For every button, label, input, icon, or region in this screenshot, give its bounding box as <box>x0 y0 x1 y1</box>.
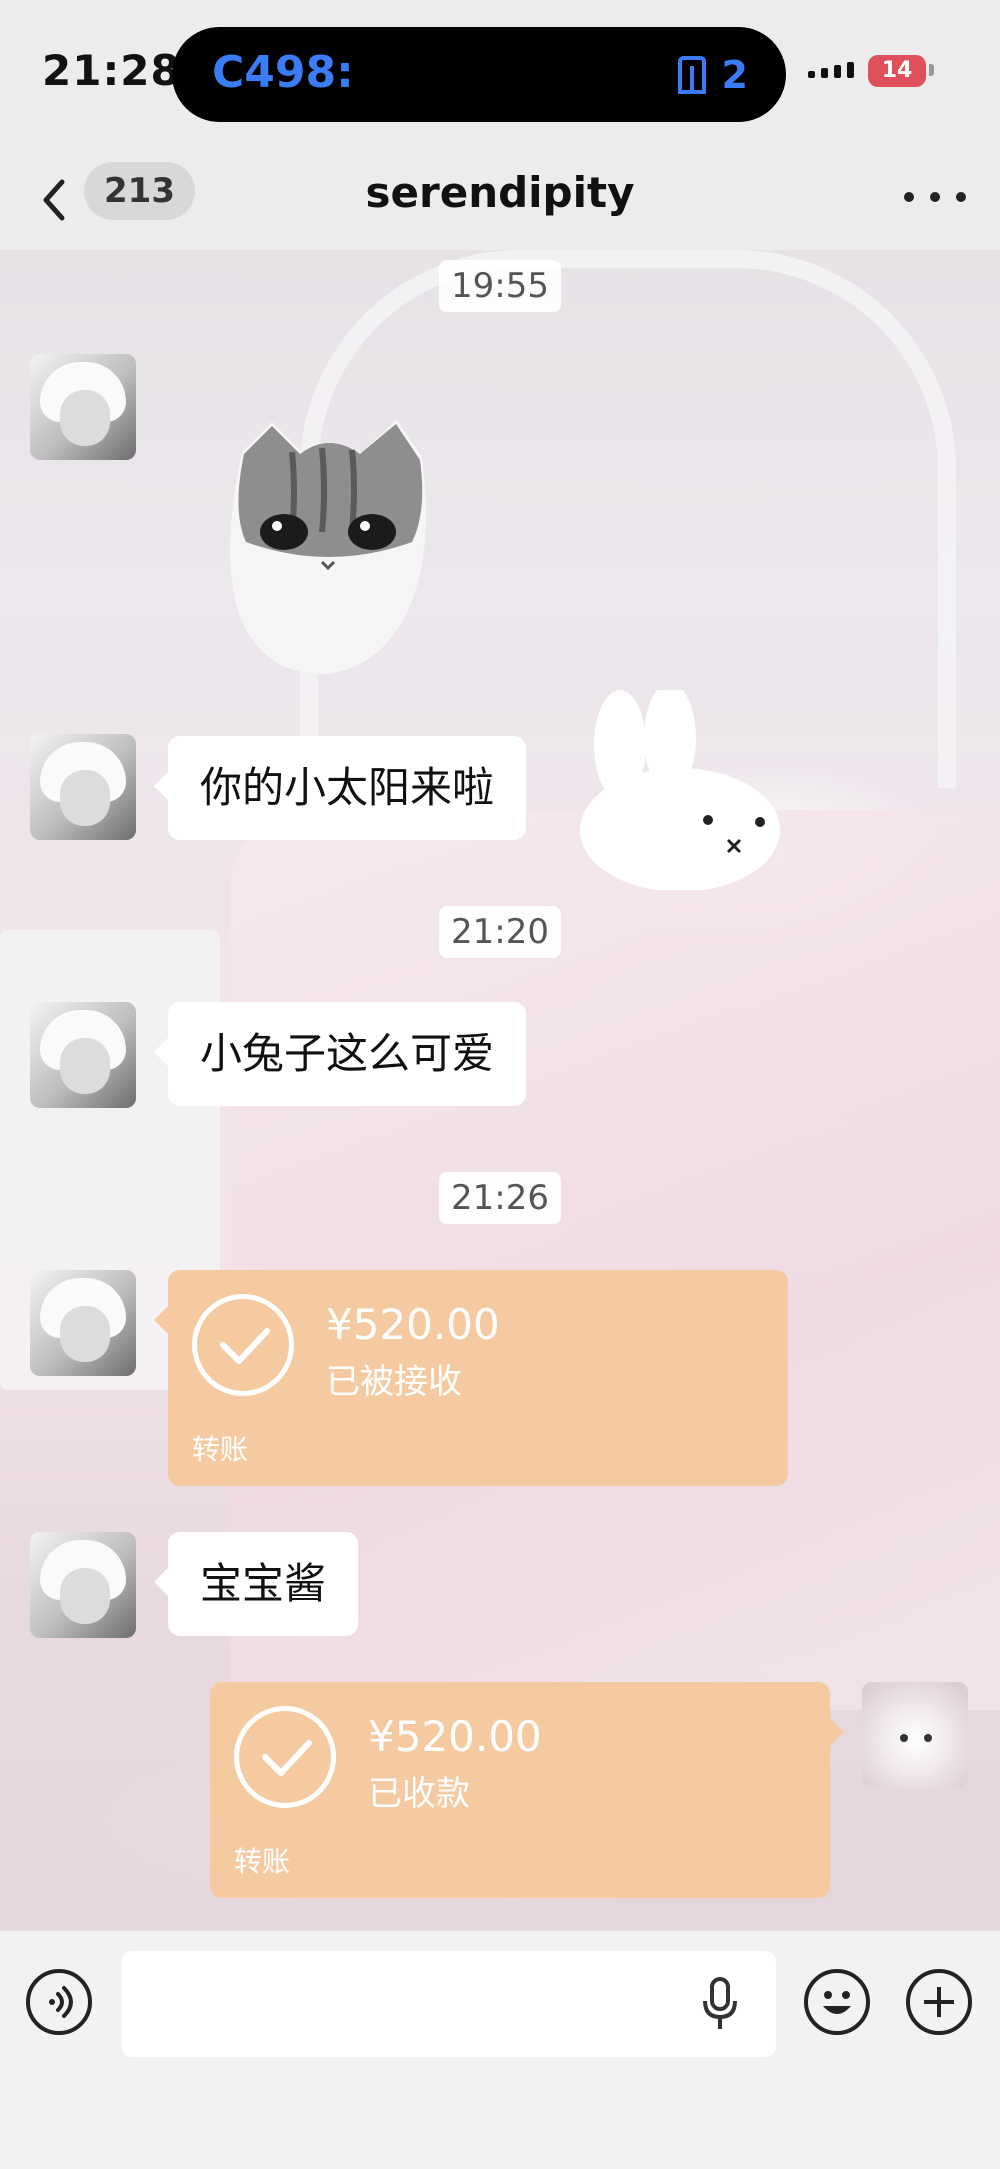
door-icon <box>677 56 706 94</box>
avatar[interactable] <box>30 1002 136 1108</box>
avatar[interactable] <box>30 354 136 460</box>
message-bubble[interactable]: 小兔子这么可爱 <box>153 1002 527 1106</box>
timestamp: 21:20 <box>0 906 1000 958</box>
timestamp: 19:55 <box>0 260 1000 312</box>
battery-nub <box>929 64 934 76</box>
check-circle-icon <box>192 1294 294 1396</box>
transfer-status: 已收款 <box>368 1774 470 1814</box>
dynamic-island[interactable]: C498: 2 <box>172 27 786 122</box>
message-bubble[interactable]: 你的小太阳来啦 <box>153 736 527 840</box>
island-right: 2 <box>676 53 748 97</box>
island-text: C498: <box>212 47 354 98</box>
plus-icon[interactable] <box>906 1969 972 2035</box>
chevron-left-icon[interactable] <box>38 172 88 228</box>
transfer-card[interactable]: ¥520.00 已被接收 转账 <box>154 1270 788 1486</box>
check-circle-icon <box>234 1706 336 1808</box>
transfer-amount: ¥520.00 <box>368 1712 542 1761</box>
transfer-amount: ¥520.00 <box>326 1300 500 1349</box>
status-bar: 21:28 C498: 2 14 <box>0 0 1000 150</box>
transfer-card[interactable]: ¥520.00 已收款 转账 <box>210 1682 844 1898</box>
clock: 21:28 <box>42 46 181 95</box>
avatar[interactable] <box>30 734 136 840</box>
message-input[interactable] <box>122 1951 776 2057</box>
cat-sticker[interactable] <box>222 412 436 682</box>
unread-count-badge[interactable]: 213 <box>84 162 195 220</box>
input-bar <box>0 1930 1000 2169</box>
microphone-icon[interactable] <box>700 1975 740 2035</box>
more-dots-icon[interactable] <box>904 172 966 222</box>
island-count: 2 <box>721 53 748 97</box>
my-avatar[interactable] <box>862 1682 968 1788</box>
transfer-label: 转账 <box>234 1845 291 1878</box>
chat-header: 213 serendipity <box>0 150 1000 250</box>
message-bubble[interactable]: 宝宝酱 <box>153 1532 359 1636</box>
avatar[interactable] <box>30 1270 136 1376</box>
timestamp: 21:26 <box>0 1172 1000 1224</box>
chat-messages[interactable]: 19:55 你的小太阳来啦 21:20 小兔子这么可爱 21:26 ¥520.0… <box>0 250 1000 1930</box>
emoji-icon[interactable] <box>804 1969 870 2035</box>
battery-icon: 14 <box>868 55 926 87</box>
transfer-label: 转账 <box>192 1433 249 1466</box>
transfer-status: 已被接收 <box>326 1362 462 1402</box>
avatar[interactable] <box>30 1532 136 1638</box>
voice-icon[interactable] <box>26 1969 92 2035</box>
background-bunny-plush <box>580 690 780 890</box>
signal-icon <box>808 62 854 78</box>
